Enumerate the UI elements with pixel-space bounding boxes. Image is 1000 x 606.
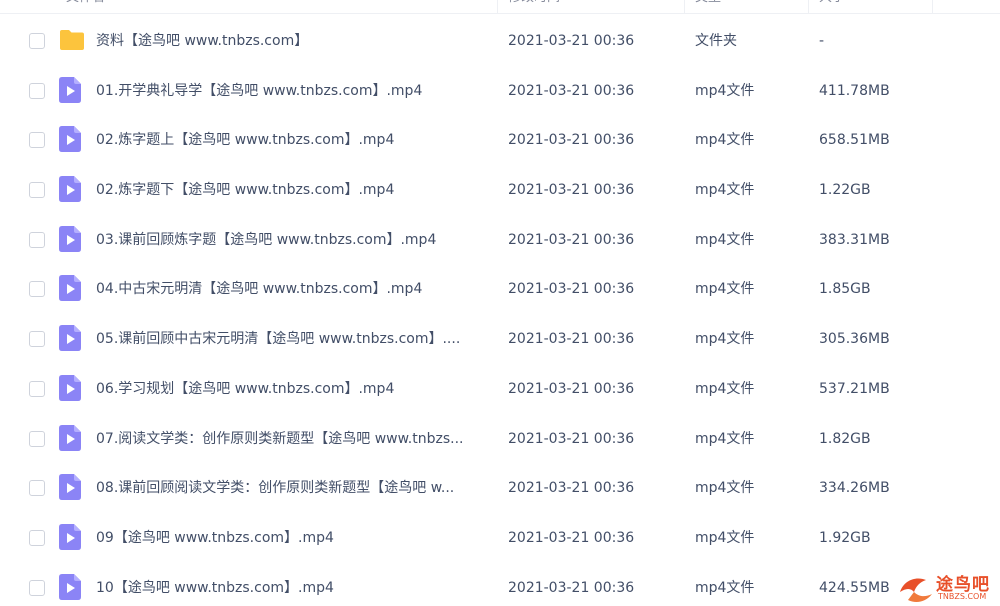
row-checkbox[interactable] <box>29 82 45 99</box>
file-modified-date: 2021-03-21 00:36 <box>508 480 635 497</box>
file-name[interactable]: 资料【途鸟吧 www.tnbzs.com】 <box>96 16 488 66</box>
file-size: 1.82GB <box>819 430 871 447</box>
video-file-icon <box>59 275 83 302</box>
file-row[interactable]: 02.炼字题上【途鸟吧 www.tnbzs.com】.mp4 2021-03-2… <box>14 115 1000 165</box>
row-checkbox[interactable] <box>29 430 45 447</box>
file-modified-date: 2021-03-21 00:36 <box>508 331 635 348</box>
file-row[interactable]: 07.阅读文学类：创作原则类新题型【途鸟吧 www.tnbzs... 2021-… <box>14 414 1000 464</box>
file-size: 537.21MB <box>819 380 890 397</box>
file-row[interactable]: 资料【途鸟吧 www.tnbzs.com】 2021-03-21 00:36 文… <box>14 16 1000 66</box>
file-name[interactable]: 07.阅读文学类：创作原则类新题型【途鸟吧 www.tnbzs... <box>96 414 488 464</box>
file-name[interactable]: 10【途鸟吧 www.tnbzs.com】.mp4 <box>96 563 488 606</box>
file-row[interactable]: 02.炼字题下【途鸟吧 www.tnbzs.com】.mp4 2021-03-2… <box>14 165 1000 215</box>
row-checkbox[interactable] <box>29 33 45 49</box>
file-row[interactable]: 10【途鸟吧 www.tnbzs.com】.mp4 2021-03-21 00:… <box>14 563 1000 606</box>
column-header-date[interactable]: 修改时间 <box>508 0 658 14</box>
row-checkbox[interactable] <box>29 380 45 397</box>
file-type: mp4文件 <box>695 281 755 298</box>
file-size: 1.85GB <box>819 281 871 298</box>
video-file-icon <box>59 523 83 550</box>
row-checkbox[interactable] <box>29 331 45 348</box>
file-name[interactable]: 03.课前回顾炼字题【途鸟吧 www.tnbzs.com】.mp4 <box>96 215 488 265</box>
file-modified-date: 2021-03-21 00:36 <box>508 132 635 149</box>
file-row[interactable]: 05.课前回顾中古宋元明清【途鸟吧 www.tnbzs.com】.... 202… <box>14 314 1000 364</box>
file-size: 1.92GB <box>819 529 871 546</box>
file-row[interactable]: 06.学习规划【途鸟吧 www.tnbzs.com】.mp4 2021-03-2… <box>14 364 1000 414</box>
file-type: mp4文件 <box>695 579 755 596</box>
row-checkbox[interactable] <box>29 480 45 497</box>
row-checkbox[interactable] <box>29 231 45 248</box>
file-modified-date: 2021-03-21 00:36 <box>508 380 635 397</box>
file-name[interactable]: 08.课前回顾阅读文学类：创作原则类新题型【途鸟吧 w... <box>96 463 488 513</box>
file-modified-date: 2021-03-21 00:36 <box>508 231 635 248</box>
file-modified-date: 2021-03-21 00:36 <box>508 182 635 199</box>
file-size: 334.26MB <box>819 480 890 497</box>
file-name[interactable]: 01.开学典礼导学【途鸟吧 www.tnbzs.com】.mp4 <box>96 66 488 116</box>
file-modified-date: 2021-03-21 00:36 <box>508 82 635 99</box>
file-size: 658.51MB <box>819 132 890 149</box>
file-modified-date: 2021-03-21 00:36 <box>508 579 635 596</box>
file-type: mp4文件 <box>695 331 755 348</box>
column-header-size[interactable]: 大小 <box>819 0 919 14</box>
watermark: 途鸟吧 TNBZS.COM <box>896 570 1000 606</box>
row-checkbox[interactable] <box>29 529 45 546</box>
column-header-type[interactable]: 类型 <box>695 0 795 14</box>
file-list: 资料【途鸟吧 www.tnbzs.com】 2021-03-21 00:36 文… <box>14 16 1000 606</box>
file-type: mp4文件 <box>695 380 755 397</box>
column-divider <box>684 0 685 14</box>
file-type: mp4文件 <box>695 132 755 149</box>
folder-icon <box>59 29 84 55</box>
file-type: mp4文件 <box>695 430 755 447</box>
file-size: 305.36MB <box>819 331 890 348</box>
row-checkbox[interactable] <box>29 182 45 199</box>
file-row[interactable]: 03.课前回顾炼字题【途鸟吧 www.tnbzs.com】.mp4 2021-0… <box>14 215 1000 265</box>
file-row[interactable]: 08.课前回顾阅读文学类：创作原则类新题型【途鸟吧 w... 2021-03-2… <box>14 463 1000 513</box>
watermark-url: TNBZS.COM <box>938 592 987 601</box>
file-type: 文件夹 <box>695 33 737 49</box>
video-file-icon <box>59 176 83 203</box>
file-size: 383.31MB <box>819 231 890 248</box>
file-modified-date: 2021-03-21 00:36 <box>508 33 635 49</box>
file-size: - <box>819 33 825 49</box>
file-list-header: 文件名 修改时间 类型 大小 <box>0 0 1000 14</box>
file-row[interactable]: 04.中古宋元明清【途鸟吧 www.tnbzs.com】.mp4 2021-03… <box>14 264 1000 314</box>
file-row[interactable]: 01.开学典礼导学【途鸟吧 www.tnbzs.com】.mp4 2021-03… <box>14 66 1000 116</box>
file-type: mp4文件 <box>695 231 755 248</box>
column-divider <box>932 0 933 14</box>
file-row[interactable]: 09【途鸟吧 www.tnbzs.com】.mp4 2021-03-21 00:… <box>14 513 1000 563</box>
video-file-icon <box>59 474 83 501</box>
row-checkbox[interactable] <box>29 579 45 596</box>
file-name[interactable]: 09【途鸟吧 www.tnbzs.com】.mp4 <box>96 513 488 563</box>
file-modified-date: 2021-03-21 00:36 <box>508 430 635 447</box>
video-file-icon <box>59 374 83 401</box>
file-name[interactable]: 04.中古宋元明清【途鸟吧 www.tnbzs.com】.mp4 <box>96 264 488 314</box>
file-name[interactable]: 05.课前回顾中古宋元明清【途鸟吧 www.tnbzs.com】.... <box>96 314 488 364</box>
file-name[interactable]: 06.学习规划【途鸟吧 www.tnbzs.com】.mp4 <box>96 364 488 414</box>
video-file-icon <box>59 424 83 451</box>
row-checkbox[interactable] <box>29 132 45 149</box>
column-divider <box>808 0 809 14</box>
column-header-name[interactable]: 文件名 <box>66 0 186 14</box>
video-file-icon <box>59 126 83 153</box>
column-divider <box>497 0 498 14</box>
row-checkbox[interactable] <box>29 281 45 298</box>
video-file-icon <box>59 325 83 352</box>
file-type: mp4文件 <box>695 529 755 546</box>
bird-logo-icon <box>900 578 932 602</box>
file-type: mp4文件 <box>695 182 755 199</box>
file-manager: 文件名 修改时间 类型 大小 资料【途鸟吧 www.tnbzs.com】 202… <box>0 0 1000 606</box>
file-modified-date: 2021-03-21 00:36 <box>508 281 635 298</box>
video-file-icon <box>59 573 83 600</box>
file-modified-date: 2021-03-21 00:36 <box>508 529 635 546</box>
file-type: mp4文件 <box>695 480 755 497</box>
file-name[interactable]: 02.炼字题上【途鸟吧 www.tnbzs.com】.mp4 <box>96 115 488 165</box>
file-size: 411.78MB <box>819 82 890 99</box>
file-name[interactable]: 02.炼字题下【途鸟吧 www.tnbzs.com】.mp4 <box>96 165 488 215</box>
video-file-icon <box>59 76 83 103</box>
file-size: 1.22GB <box>819 182 871 199</box>
file-type: mp4文件 <box>695 82 755 99</box>
video-file-icon <box>59 225 83 252</box>
